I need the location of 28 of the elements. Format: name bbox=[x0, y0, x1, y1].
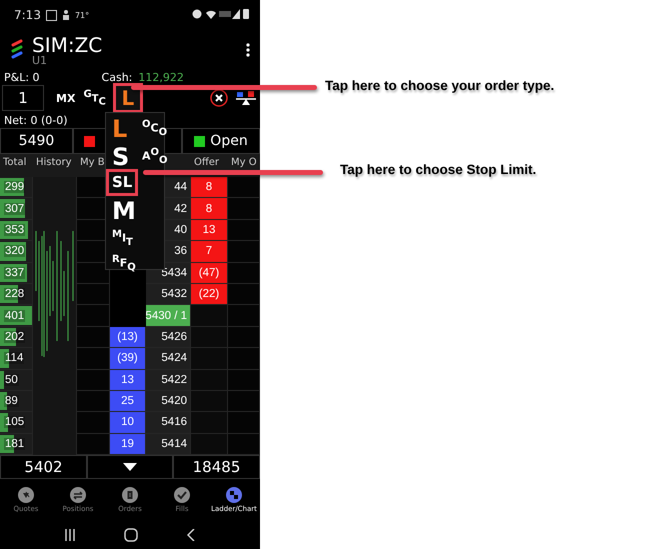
account-subtitle: U1 bbox=[32, 54, 48, 66]
cash-value: 112,922 bbox=[138, 70, 184, 84]
total-cell: 114 bbox=[4, 352, 24, 364]
net-position: Net: 0 (0-0) bbox=[4, 114, 68, 126]
column-header: My B bbox=[79, 156, 105, 168]
total-cell: 89 bbox=[4, 395, 19, 408]
total-cell: 307 bbox=[4, 202, 26, 215]
pnl-label: P&L: 0 bbox=[4, 70, 40, 84]
total-cell: 228 bbox=[4, 288, 26, 300]
status-temperature: 71° bbox=[74, 10, 90, 20]
column-header: History bbox=[35, 156, 72, 168]
callout-text: Tap here to choose Stop Limit. bbox=[340, 162, 536, 177]
total-cell: 299 bbox=[4, 181, 26, 194]
callout-text: Tap here to choose your order type. bbox=[325, 78, 554, 93]
column-header: My O bbox=[230, 156, 257, 168]
column-header: Offer bbox=[193, 156, 220, 168]
total-cell: 337 bbox=[4, 266, 26, 279]
cash-label: Cash: bbox=[102, 70, 132, 84]
total-cell: 202 bbox=[4, 330, 26, 343]
total-cell: 353 bbox=[4, 224, 26, 236]
total-cell: 181 bbox=[4, 438, 26, 450]
status-time: 7:13 bbox=[14, 8, 41, 22]
total-cell: 105 bbox=[4, 416, 26, 428]
total-cell: 50 bbox=[4, 374, 19, 386]
total-cell: 320 bbox=[4, 245, 26, 258]
contract-title: SIM:ZC bbox=[32, 34, 102, 54]
column-header: Total bbox=[2, 156, 26, 168]
total-cell: 401 bbox=[4, 310, 26, 322]
